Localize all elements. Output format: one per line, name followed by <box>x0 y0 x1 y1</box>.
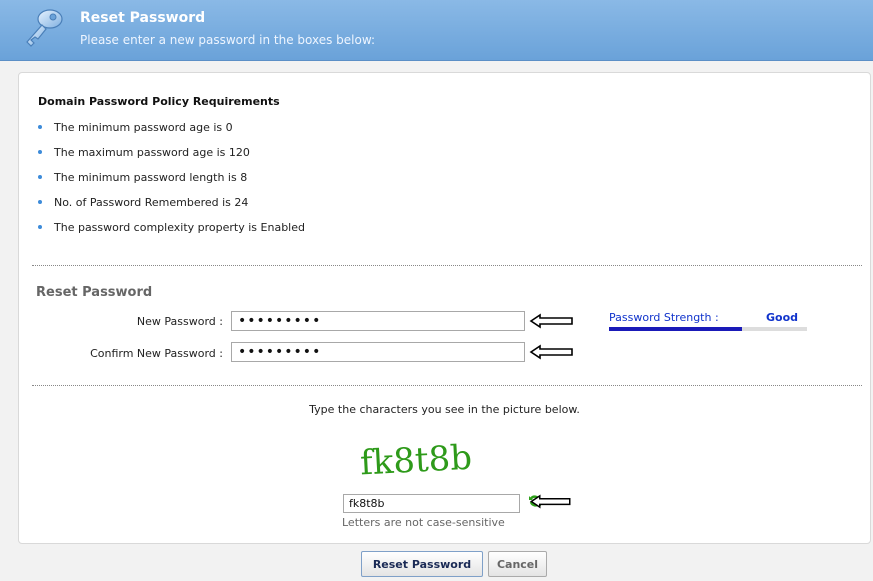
case-sensitivity-note: Letters are not case-sensitive <box>342 516 505 529</box>
arrow-left-icon <box>529 344 573 360</box>
reset-section-heading: Reset Password <box>36 285 153 300</box>
policy-item: The minimum password length is 8 <box>38 171 305 196</box>
password-strength-meter <box>609 327 807 331</box>
new-password-label: New Password : <box>136 315 223 328</box>
policy-item-text: The password complexity property is Enab… <box>54 221 305 234</box>
bullet-icon <box>38 200 42 204</box>
svg-text:fk8t8b: fk8t8b <box>359 438 473 483</box>
bullet-icon <box>38 150 42 154</box>
policy-item: The password complexity property is Enab… <box>38 221 305 246</box>
password-strength-value: Good <box>766 311 799 324</box>
policy-list: The minimum password age is 0 The maximu… <box>38 121 305 246</box>
reset-password-button[interactable]: Reset Password <box>361 551 483 577</box>
page-subtitle: Please enter a new password in the boxes… <box>80 33 376 47</box>
policy-item: The maximum password age is 120 <box>38 146 305 171</box>
password-strength-fill <box>609 327 742 331</box>
policy-title: Domain Password Policy Requirements <box>38 95 280 108</box>
policy-item-text: The minimum password age is 0 <box>54 121 233 134</box>
reset-password-panel: Domain Password Policy Requirements The … <box>18 72 871 544</box>
new-password-field[interactable]: ••••••••• <box>231 311 525 331</box>
confirm-password-label: Confirm New Password : <box>90 347 223 360</box>
page-title: Reset Password <box>80 10 206 26</box>
password-strength-label: Password Strength : <box>609 311 719 324</box>
cancel-button[interactable]: Cancel <box>488 551 547 577</box>
arrow-left-icon <box>529 494 571 509</box>
arrow-left-icon <box>529 313 573 329</box>
header-banner: Reset Password Please enter a new passwo… <box>0 0 873 61</box>
policy-item: The minimum password age is 0 <box>38 121 305 146</box>
bullet-icon <box>38 225 42 229</box>
policy-item: No. of Password Remembered is 24 <box>38 196 305 221</box>
bullet-icon <box>38 125 42 129</box>
confirm-password-field[interactable]: ••••••••• <box>231 342 525 362</box>
policy-item-text: The minimum password length is 8 <box>54 171 248 184</box>
bullet-icon <box>38 175 42 179</box>
captcha-input[interactable]: fk8t8b <box>343 494 520 513</box>
key-icon <box>26 9 63 47</box>
section-divider <box>32 265 862 266</box>
policy-item-text: The maximum password age is 120 <box>54 146 250 159</box>
captcha-instruction: Type the characters you see in the pictu… <box>309 403 580 416</box>
section-divider <box>32 385 862 386</box>
policy-item-text: No. of Password Remembered is 24 <box>54 196 249 209</box>
captcha-image: fk8t8b <box>359 438 473 483</box>
